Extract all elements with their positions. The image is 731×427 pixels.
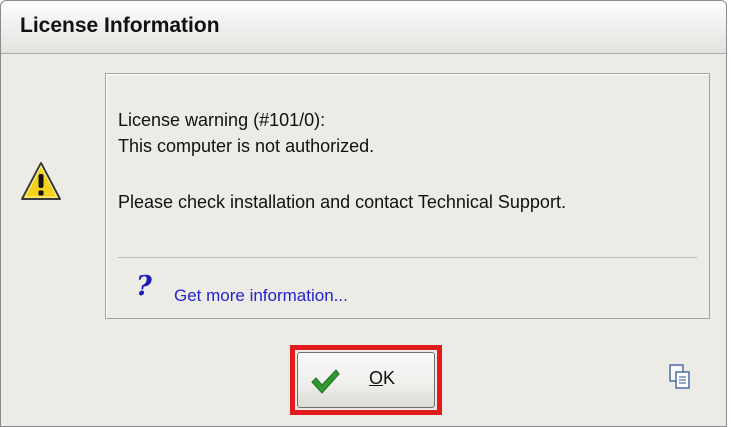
ok-button[interactable]: OK — [297, 352, 435, 408]
ok-mnemonic: O — [369, 368, 384, 388]
copy-icon[interactable] — [669, 364, 691, 390]
ok-label: OK — [369, 368, 395, 389]
checkmark-icon — [311, 369, 340, 394]
window-title: License Information — [20, 14, 220, 37]
license-dialog: License Information License warning (#10… — [0, 0, 727, 427]
warning-icon — [21, 162, 61, 200]
ok-label-rest: K — [383, 368, 396, 388]
question-icon: ? — [136, 271, 152, 302]
more-info-link[interactable]: Get more information... — [174, 286, 348, 306]
message-panel: License warning (#101/0): This computer … — [105, 73, 710, 319]
title-bar[interactable]: License Information — [1, 1, 726, 54]
authorization-text: This computer is not authorized. — [118, 136, 375, 156]
instruction-text: Please check installation and contact Te… — [118, 192, 566, 212]
separator — [118, 257, 697, 258]
warning-code-text: License warning (#101/0): — [118, 110, 326, 130]
